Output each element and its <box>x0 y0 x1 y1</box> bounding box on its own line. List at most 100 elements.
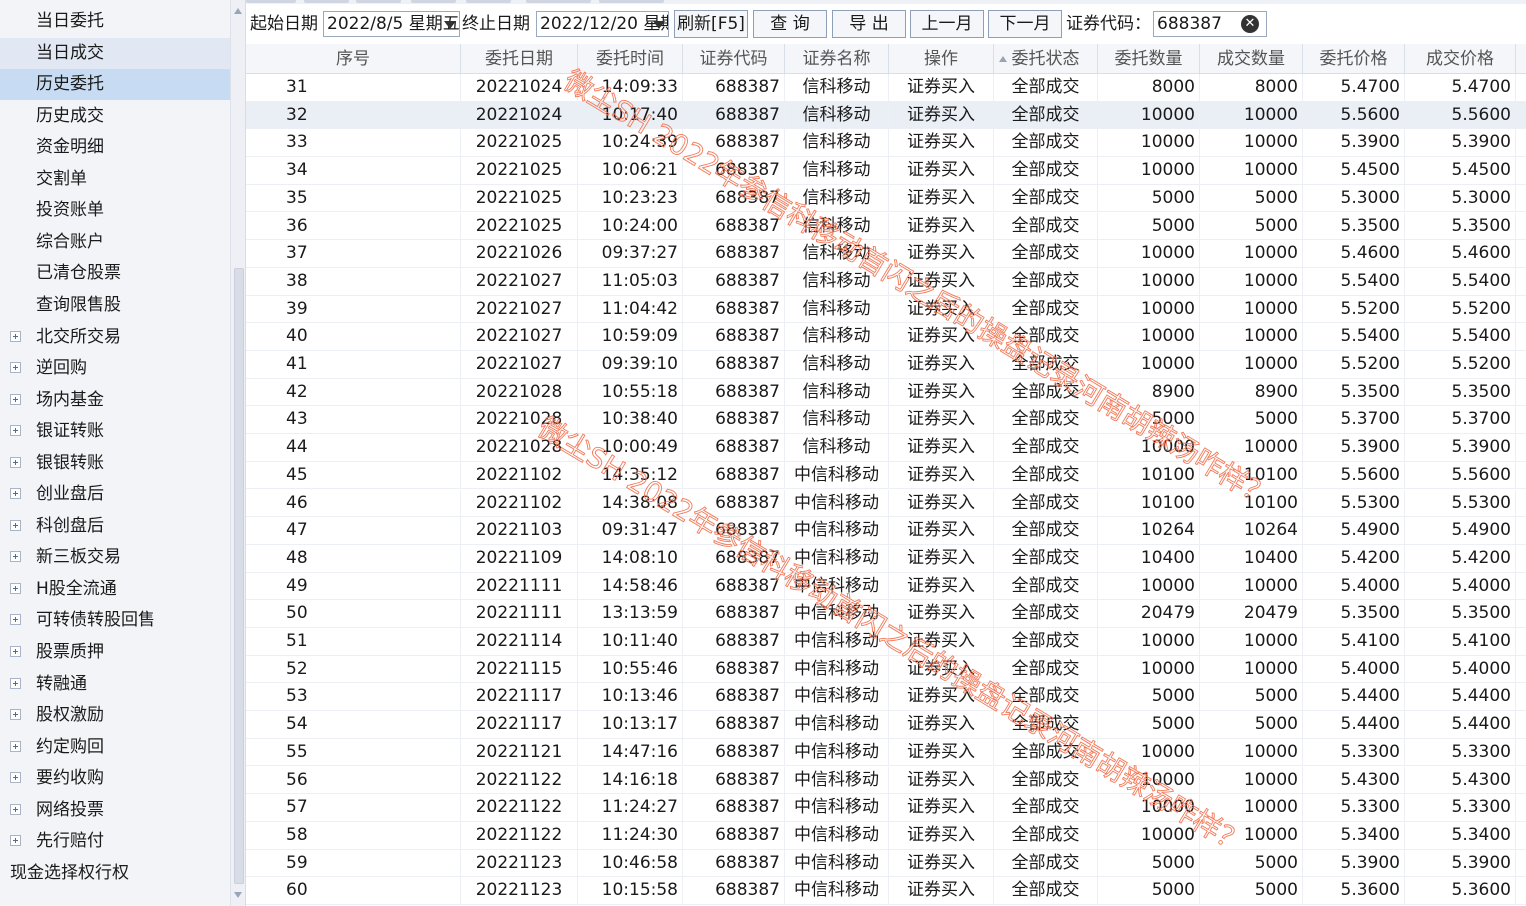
expand-plus-icon[interactable] <box>10 330 21 342</box>
table-row[interactable]: 56 20221122 14:16:18 688387 中信科移动 证券买入 全部成交 100… <box>246 766 1526 795</box>
column-header[interactable]: 委托时间 <box>578 44 683 74</box>
column-header[interactable]: 成交价格 <box>1405 44 1516 74</box>
expand-plus-icon[interactable] <box>10 362 21 374</box>
dropdown-arrow-icon[interactable] <box>444 21 456 29</box>
start-date-picker[interactable]: 2022/8/5 星期五 <box>323 11 460 37</box>
column-header[interactable]: 委托日期 <box>461 44 578 74</box>
sidebar-item[interactable]: 要约收购 <box>0 763 230 794</box>
sidebar-item[interactable]: 历史成交 <box>0 101 230 132</box>
table-row[interactable]: 51 20221114 10:11:40 688387 中信科移动 证券买入 全部成交 100… <box>246 628 1526 656</box>
table-row[interactable]: 44 20221028 10:00:49 688387 信科移动 证券买入 全部成交 1000… <box>246 434 1526 462</box>
table-row[interactable]: 54 20221117 10:13:17 688387 中信科移动 证券买入 全部成交 500… <box>246 711 1526 739</box>
sidebar-item[interactable]: 银证转账 <box>0 416 230 447</box>
query-button[interactable]: 查 询 <box>753 10 827 38</box>
table-row[interactable]: 50 20221111 13:13:59 688387 中信科移动 证券买入 全部成交 204… <box>246 600 1526 628</box>
column-header[interactable]: 证券代码 <box>683 44 785 74</box>
table-row[interactable]: 38 20221027 11:05:03 688387 信科移动 证券买入 全部成交 1000… <box>246 267 1526 296</box>
table-row[interactable]: 41 20221027 09:39:10 688387 信科移动 证券买入 全部成交 1000… <box>246 351 1526 379</box>
sidebar-item[interactable]: 资金明细 <box>0 132 230 163</box>
expand-plus-icon[interactable] <box>10 740 21 752</box>
sidebar-item[interactable]: 逆回购 <box>0 353 230 384</box>
sidebar-item[interactable]: 先行赔付 <box>0 826 230 857</box>
sidebar-item[interactable]: 当日成交 <box>0 37 230 69</box>
tab-stub[interactable] <box>304 0 349 3</box>
column-header[interactable]: 成交数量 <box>1200 44 1303 74</box>
sidebar-item[interactable]: 北交所交易 <box>0 322 230 353</box>
tab-stub[interactable] <box>526 0 591 3</box>
table-row[interactable]: 35 20221025 10:23:23 688387 信科移动 证券买入 全部成交 5000… <box>246 184 1526 213</box>
sidebar-item[interactable]: 场内基金 <box>0 385 230 416</box>
table-row[interactable]: 48 20221109 14:08:10 688387 中信科移动 证券买入 全部成交 104… <box>246 544 1526 573</box>
table-row[interactable]: 52 20221115 10:55:46 688387 中信科移动 证券买入 全部成交 100… <box>246 655 1526 684</box>
table-row[interactable]: 43 20221028 10:38:40 688387 信科移动 证券买入 全部成交 5000… <box>246 406 1526 435</box>
expand-plus-icon[interactable] <box>10 456 21 468</box>
sidebar-item[interactable]: 投资账单 <box>0 195 230 226</box>
sidebar-item[interactable]: 网络投票 <box>0 795 230 826</box>
refresh-button[interactable]: 刷新[F5] <box>674 10 748 38</box>
sidebar-item[interactable]: 转融通 <box>0 669 230 700</box>
table-row[interactable]: 31 20221024 14:09:33 688387 信科移动 证券买入 全部成交 8000… <box>246 74 1526 102</box>
expand-plus-icon[interactable] <box>10 614 21 626</box>
column-header[interactable]: 委托价格 <box>1303 44 1405 74</box>
scrollbar-thumb[interactable] <box>234 268 244 884</box>
sidebar-item[interactable]: 股票质押 <box>0 637 230 668</box>
clear-icon[interactable]: ✕ <box>1241 15 1259 33</box>
prev-month-button[interactable]: 上一月 <box>910 10 984 38</box>
security-code-input[interactable]: 688387 ✕ <box>1153 11 1267 37</box>
expand-plus-icon[interactable] <box>10 803 21 815</box>
expand-plus-icon[interactable] <box>10 519 21 531</box>
table-row[interactable]: 40 20221027 10:59:09 688387 信科移动 证券买入 全部成交 1000… <box>246 323 1526 351</box>
scroll-down-icon[interactable] <box>234 892 242 898</box>
table-row[interactable]: 49 20221111 14:58:46 688387 中信科移动 证券买入 全部成交 100… <box>246 572 1526 601</box>
expand-plus-icon[interactable] <box>10 772 21 784</box>
table-row[interactable]: 36 20221025 10:24:00 688387 信科移动 证券买入 全部成交 5000… <box>246 212 1526 241</box>
table-row[interactable]: 45 20221102 14:35:12 688387 中信科移动 证券买入 全部成交 101… <box>246 461 1526 490</box>
sidebar-item[interactable]: 可转债转股回售 <box>0 605 230 636</box>
table-row[interactable]: 32 20221024 10:17:40 688387 信科移动 证券买入 全部成交 1000… <box>246 101 1526 130</box>
expand-plus-icon[interactable] <box>10 425 21 437</box>
tab-stub[interactable] <box>246 0 296 3</box>
table-row[interactable]: 42 20221028 10:55:18 688387 信科移动 证券买入 全部成交 8900… <box>246 378 1526 407</box>
sidebar-item[interactable]: 现金选择权行权 <box>0 858 230 889</box>
table-row[interactable]: 33 20221025 10:24:39 688387 信科移动 证券买入 全部成交 1000… <box>246 129 1526 158</box>
sidebar-item[interactable]: 新三板交易 <box>0 542 230 573</box>
dropdown-arrow-icon[interactable] <box>653 21 665 29</box>
tab-stub[interactable] <box>356 0 401 3</box>
table-row[interactable]: 58 20221122 11:24:30 688387 中信科移动 证券买入 全部成交 100… <box>246 821 1526 850</box>
table-row[interactable]: 34 20221025 10:06:21 688387 信科移动 证券买入 全部成交 1000… <box>246 157 1526 185</box>
table-row[interactable]: 47 20221103 09:31:47 688387 中信科移动 证券买入 全部成交 102… <box>246 517 1526 545</box>
tab-stub[interactable] <box>466 0 511 3</box>
expand-plus-icon[interactable] <box>10 646 21 657</box>
expand-plus-icon[interactable] <box>10 488 21 500</box>
sidebar-item[interactable]: 银银转账 <box>0 448 230 479</box>
table-row[interactable]: 53 20221117 10:13:46 688387 中信科移动 证券买入 全部成交 500… <box>246 683 1526 712</box>
expand-plus-icon[interactable] <box>10 582 21 594</box>
expand-plus-icon[interactable] <box>10 393 21 405</box>
tab-stub[interactable] <box>411 0 456 3</box>
table-row[interactable]: 59 20221123 10:46:58 688387 中信科移动 证券买入 全部成交 500… <box>246 849 1526 878</box>
sidebar-item[interactable]: 约定购回 <box>0 732 230 763</box>
table-row[interactable]: 60 20221123 10:15:58 688387 中信科移动 证券买入 全部成交 500… <box>246 877 1526 905</box>
tab-stub[interactable] <box>599 0 664 3</box>
expand-plus-icon[interactable] <box>10 551 21 563</box>
expand-plus-icon[interactable] <box>10 709 21 721</box>
expand-plus-icon[interactable] <box>10 677 21 689</box>
table-row[interactable]: 46 20221102 14:38:08 688387 中信科移动 证券买入 全部成交 101… <box>246 489 1526 518</box>
sidebar-item[interactable]: 当日委托 <box>0 6 230 37</box>
column-header[interactable]: 委托状态 <box>994 44 1098 74</box>
sidebar-item[interactable]: 已清仓股票 <box>0 258 230 289</box>
sidebar-item[interactable]: 综合账户 <box>0 227 230 258</box>
sidebar-item[interactable]: 股权激励 <box>0 700 230 731</box>
expand-plus-icon[interactable] <box>10 835 21 847</box>
sidebar-item[interactable]: H股全流通 <box>0 574 230 605</box>
sidebar-item[interactable]: 查询限售股 <box>0 290 230 321</box>
sidebar-item[interactable]: 交割单 <box>0 164 230 195</box>
next-month-button[interactable]: 下一月 <box>988 10 1062 38</box>
scroll-up-icon[interactable] <box>234 8 242 14</box>
column-header[interactable]: 证券名称 <box>785 44 889 74</box>
sidebar-scrollbar[interactable] <box>230 0 246 906</box>
sidebar-item[interactable]: 创业盘后 <box>0 479 230 510</box>
table-row[interactable]: 37 20221026 09:37:27 688387 信科移动 证券买入 全部成交 1000… <box>246 240 1526 268</box>
sidebar-item[interactable]: 科创盘后 <box>0 511 230 542</box>
table-row[interactable]: 55 20221121 14:47:16 688387 中信科移动 证券买入 全部成交 100… <box>246 738 1526 767</box>
